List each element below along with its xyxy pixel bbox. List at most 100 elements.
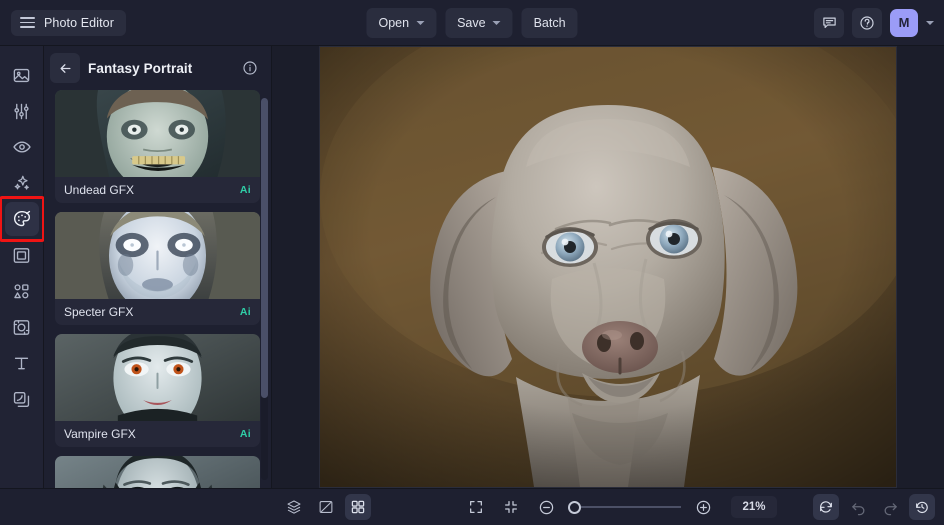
info-button[interactable] — [237, 55, 263, 81]
preset-meta: Specter GFX Ai — [55, 299, 260, 325]
layers-button[interactable] — [281, 494, 307, 520]
vampire-thumb-art — [55, 334, 260, 421]
back-button[interactable] — [50, 53, 80, 83]
question-circle-icon — [859, 15, 875, 31]
info-circle-icon — [242, 60, 258, 76]
batch-button[interactable]: Batch — [522, 8, 578, 38]
hamburger-icon — [20, 17, 35, 28]
preset-meta: Undead GFX Ai — [55, 177, 260, 203]
sidebar-item-effects[interactable] — [5, 202, 39, 236]
preset-meta: Vampire GFX Ai — [55, 421, 260, 447]
ai-badge: Ai — [240, 428, 251, 440]
arrow-left-icon — [58, 61, 73, 76]
outerworld-thumb-art — [55, 456, 260, 488]
preset-scrollbar-thumb[interactable] — [261, 98, 268, 398]
zoom-slider-track[interactable] — [581, 506, 681, 508]
preset-list[interactable]: Undead GFX Ai — [44, 90, 271, 488]
zoom-in-button[interactable] — [690, 494, 716, 520]
history-controls — [813, 494, 935, 520]
bottom-bar: 21% — [0, 488, 944, 525]
app-root: Photo Editor Open Save Batch — [0, 0, 944, 525]
eye-retouch-icon — [12, 137, 32, 157]
reset-button[interactable] — [813, 494, 839, 520]
account-chevron-down-icon[interactable] — [926, 21, 934, 25]
compare-split-icon — [318, 499, 334, 515]
preset-scrollbar-track[interactable] — [261, 98, 268, 480]
zoom-controls: 21% — [463, 494, 777, 520]
preset-thumbnail-undead — [55, 90, 260, 177]
preset-name: Undead GFX — [64, 183, 240, 197]
sidebar-item-mask[interactable] — [5, 310, 39, 344]
main-area: Fantasy Portrait — [0, 46, 944, 488]
file-actions-group: Open Save Batch — [366, 8, 577, 38]
canvas-area[interactable] — [272, 46, 944, 488]
shrink-icon — [503, 499, 519, 515]
plus-circle-icon — [695, 499, 712, 516]
list-item[interactable]: Outerworld GFX Ai — [55, 456, 260, 488]
zoom-level-value[interactable]: 21% — [731, 496, 777, 518]
undead-thumb-art — [55, 90, 260, 177]
layers-overlay-icon — [12, 390, 31, 409]
ai-badge: Ai — [240, 184, 251, 196]
undo-button[interactable] — [845, 494, 871, 520]
avatar[interactable]: M — [890, 9, 918, 37]
specter-thumb-art — [55, 212, 260, 299]
fit-to-screen-button[interactable] — [463, 494, 489, 520]
canvas-image[interactable] — [320, 47, 896, 487]
history-clock-icon — [914, 499, 930, 515]
compare-button[interactable] — [313, 494, 339, 520]
account-actions-group: M — [814, 8, 934, 38]
sidebar-item-image[interactable] — [5, 58, 39, 92]
sidebar-item-frames[interactable] — [5, 238, 39, 272]
adjust-sliders-icon — [12, 102, 31, 121]
history-button[interactable] — [909, 494, 935, 520]
grid-view-icon — [350, 499, 366, 515]
sidebar-item-ai-effects[interactable] — [5, 166, 39, 200]
preset-name: Vampire GFX — [64, 427, 240, 441]
ai-badge: Ai — [240, 306, 251, 318]
zoom-out-button[interactable] — [533, 494, 559, 520]
fit-to-screen-icon — [468, 499, 484, 515]
list-item[interactable]: Specter GFX Ai — [55, 212, 260, 325]
preset-thumbnail-vampire — [55, 334, 260, 421]
chat-bubble-icon — [822, 15, 837, 30]
sidebar-item-text[interactable] — [5, 346, 39, 380]
tool-rail — [0, 46, 44, 488]
zoom-slider[interactable] — [568, 501, 681, 514]
sidebar-item-overlays[interactable] — [5, 382, 39, 416]
save-button[interactable]: Save — [445, 8, 513, 38]
frame-border-icon — [12, 246, 31, 265]
app-title: Photo Editor — [44, 16, 114, 30]
list-item[interactable]: Vampire GFX Ai — [55, 334, 260, 447]
sidebar-item-shapes[interactable] — [5, 274, 39, 308]
sidebar-item-adjust[interactable] — [5, 94, 39, 128]
layers-stack-icon — [286, 499, 302, 515]
top-bar: Photo Editor Open Save Batch — [0, 0, 944, 46]
grid-view-button[interactable] — [345, 494, 371, 520]
sparkles-ai-icon — [12, 173, 32, 193]
preset-name: Specter GFX — [64, 305, 240, 319]
chevron-down-icon — [416, 21, 424, 25]
shapes-icon — [12, 282, 31, 301]
list-item[interactable]: Undead GFX Ai — [55, 90, 260, 203]
preset-thumbnail-outerworld — [55, 456, 260, 488]
panel-header: Fantasy Portrait — [44, 46, 271, 90]
undo-arrow-icon — [850, 499, 867, 516]
app-menu-button[interactable]: Photo Editor — [11, 10, 126, 36]
preset-panel: Fantasy Portrait — [44, 46, 272, 488]
redo-arrow-icon — [882, 499, 899, 516]
open-button[interactable]: Open — [366, 8, 436, 38]
puppy-photo-art — [320, 47, 896, 487]
sidebar-item-retouch[interactable] — [5, 130, 39, 164]
preset-thumbnail-specter — [55, 212, 260, 299]
actual-size-button[interactable] — [498, 494, 524, 520]
zoom-slider-handle[interactable] — [568, 501, 581, 514]
image-icon — [12, 66, 31, 85]
minus-circle-icon — [538, 499, 555, 516]
redo-button[interactable] — [877, 494, 903, 520]
save-label: Save — [457, 16, 486, 30]
help-button[interactable] — [852, 8, 882, 38]
page-title: Fantasy Portrait — [88, 61, 237, 76]
feedback-button[interactable] — [814, 8, 844, 38]
open-label: Open — [378, 16, 409, 30]
